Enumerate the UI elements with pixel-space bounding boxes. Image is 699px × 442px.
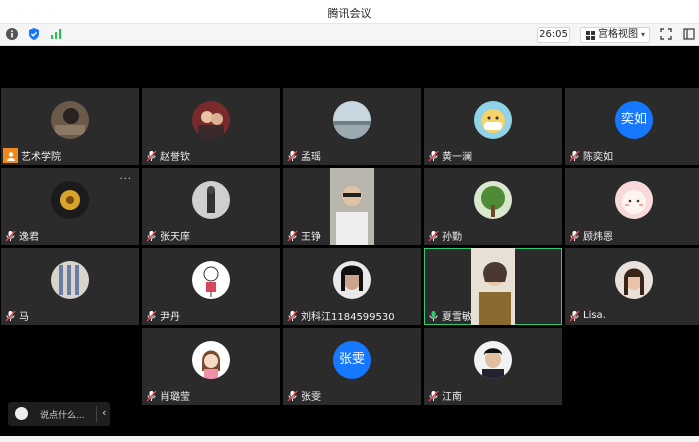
participant-name: 顾炜恩 bbox=[583, 232, 613, 243]
title-bar: 腾讯会议 bbox=[0, 0, 699, 24]
participant-tile[interactable]: 张天庠 bbox=[142, 168, 280, 245]
more-options-icon[interactable]: ··· bbox=[119, 174, 132, 185]
avatar bbox=[192, 181, 230, 219]
mic-muted-icon bbox=[287, 230, 298, 241]
participant-tile[interactable]: 艺术学院 bbox=[1, 88, 139, 165]
chevron-down-icon: ▾ bbox=[641, 30, 646, 39]
mic-muted-icon bbox=[287, 150, 298, 161]
participant-tile[interactable]: 尹丹 bbox=[142, 248, 280, 325]
chat-placeholder: 说点什么... bbox=[40, 411, 85, 421]
participant-name: 马 bbox=[19, 312, 29, 323]
avatar bbox=[192, 261, 230, 299]
mic-muted-icon bbox=[428, 230, 439, 241]
divider bbox=[96, 406, 97, 422]
participant-tile[interactable]: 赵誉钦 bbox=[142, 88, 280, 165]
mic-muted-icon bbox=[569, 150, 580, 161]
mic-muted-icon bbox=[569, 310, 580, 321]
participant-name: 张雯 bbox=[301, 392, 321, 403]
mic-muted-icon bbox=[428, 390, 439, 401]
participant-name: 孙勤 bbox=[442, 232, 462, 243]
participant-tile[interactable]: 孙勤 bbox=[424, 168, 562, 245]
participant-tile[interactable]: 马 bbox=[1, 248, 139, 325]
avatar bbox=[192, 101, 230, 139]
mic-muted-icon bbox=[146, 310, 157, 321]
mic-muted-icon bbox=[5, 310, 16, 321]
avatar bbox=[333, 101, 371, 139]
participant-name: 肖璐莹 bbox=[160, 392, 190, 403]
participant-name: 逸君 bbox=[19, 232, 39, 243]
participant-name: 陈奕如 bbox=[583, 152, 613, 163]
mic-muted-icon bbox=[146, 230, 157, 241]
avatar bbox=[615, 261, 653, 299]
participant-tile-active-speaker[interactable]: 夏雪敏 bbox=[424, 248, 562, 325]
mic-muted-icon bbox=[5, 230, 16, 241]
shield-icon[interactable] bbox=[27, 27, 41, 41]
participant-name: Lisa. bbox=[583, 310, 606, 321]
view-mode-dropdown[interactable]: 宫格视图 ▾ bbox=[580, 27, 650, 43]
avatar: 张雯 bbox=[333, 341, 371, 379]
emoji-icon[interactable] bbox=[15, 407, 28, 420]
participant-tile[interactable]: 江南 bbox=[424, 328, 562, 405]
participant-name: 赵誉钦 bbox=[160, 152, 190, 163]
avatar bbox=[474, 341, 512, 379]
mic-muted-icon bbox=[287, 310, 298, 321]
popout-icon[interactable] bbox=[682, 27, 696, 41]
participant-tile[interactable]: 孟瑶 bbox=[283, 88, 421, 165]
mic-muted-icon bbox=[146, 150, 157, 161]
meeting-timer: 26:05 bbox=[537, 27, 570, 43]
participant-tile[interactable]: 王铮 bbox=[283, 168, 421, 245]
avatar bbox=[333, 261, 371, 299]
mic-muted-icon bbox=[428, 150, 439, 161]
video-grid: 艺术学院 赵誉钦 孟瑶 黄一澜 奕如 陈奕如 ··· 逸君 张天庠 王铮 孙勤 … bbox=[0, 46, 699, 442]
mic-muted-icon bbox=[146, 390, 157, 401]
avatar bbox=[51, 101, 89, 139]
participant-tile[interactable]: 张雯 张雯 bbox=[283, 328, 421, 405]
video-feed bbox=[471, 248, 515, 325]
participant-name: 孟瑶 bbox=[301, 152, 321, 163]
participant-tile[interactable]: 肖璐莹 bbox=[142, 328, 280, 405]
avatar bbox=[615, 181, 653, 219]
participant-name: 张天庠 bbox=[160, 232, 190, 243]
fullscreen-icon[interactable] bbox=[659, 27, 673, 41]
avatar bbox=[192, 341, 230, 379]
participant-name: 黄一澜 bbox=[442, 152, 472, 163]
participant-tile[interactable]: 顾炜恩 bbox=[565, 168, 699, 245]
video-feed bbox=[330, 168, 374, 245]
signal-icon[interactable] bbox=[49, 27, 63, 41]
avatar: 奕如 bbox=[615, 101, 653, 139]
participant-name: 刘科江1184599530 bbox=[301, 312, 395, 323]
participant-tile[interactable]: Lisa. bbox=[565, 248, 699, 325]
participant-name: 艺术学院 bbox=[21, 152, 61, 163]
avatar bbox=[51, 261, 89, 299]
participant-name: 尹丹 bbox=[160, 312, 180, 323]
participant-name: 王铮 bbox=[301, 232, 321, 243]
mic-active-icon bbox=[429, 310, 438, 321]
participant-tile[interactable]: 黄一澜 bbox=[424, 88, 562, 165]
bottom-control-bar bbox=[0, 436, 699, 442]
chevron-left-icon[interactable]: ‹ bbox=[102, 406, 106, 419]
mic-muted-icon bbox=[287, 390, 298, 401]
participant-tile[interactable]: 刘科江1184599530 bbox=[283, 248, 421, 325]
view-mode-label: 宫格视图 bbox=[598, 29, 638, 40]
mic-muted-icon bbox=[569, 230, 580, 241]
window-title: 腾讯会议 bbox=[327, 7, 372, 20]
host-icon bbox=[3, 148, 18, 163]
participant-name: 江南 bbox=[442, 392, 462, 403]
meeting-toolbar: 26:05 宫格视图 ▾ bbox=[0, 24, 699, 46]
participant-tile[interactable]: 奕如 陈奕如 bbox=[565, 88, 699, 165]
info-icon[interactable] bbox=[5, 27, 19, 41]
grid-view-icon bbox=[586, 31, 595, 40]
avatar bbox=[51, 181, 89, 219]
participant-name: 夏雪敏 bbox=[442, 312, 472, 323]
avatar bbox=[474, 181, 512, 219]
participant-tile[interactable]: ··· 逸君 bbox=[1, 168, 139, 245]
chat-input-bar[interactable]: 说点什么... ‹ bbox=[8, 402, 110, 426]
avatar bbox=[474, 101, 512, 139]
